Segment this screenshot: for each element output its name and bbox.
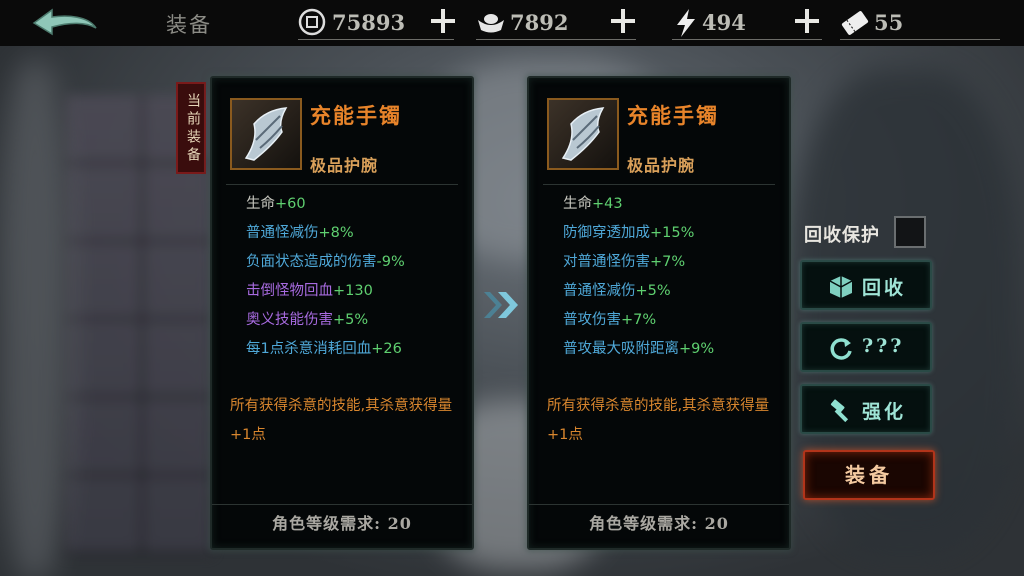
recycle-button[interactable]: 回收	[800, 260, 932, 310]
unknown-action-button[interactable]: ???	[800, 322, 932, 372]
stat-row: 生命+43	[563, 196, 623, 212]
add-silver-button[interactable]	[610, 8, 636, 34]
stat-row: 防御穿透加成+15%	[563, 225, 695, 241]
refresh-icon	[828, 336, 854, 362]
cube-icon	[828, 274, 854, 300]
item-name: 充能手镯	[310, 103, 402, 128]
resource-tickets: 55	[840, 6, 1000, 40]
stat-row: 生命+60	[246, 196, 306, 212]
silver-value: 7892	[510, 10, 569, 35]
recycle-protect-label: 回收保护	[804, 225, 880, 246]
enhance-label: 强化	[862, 401, 907, 423]
new-item-panel: 充能手镯 极品护腕 生命+43 防御穿透加成+15% 对普通怪伤害+7% 普通怪…	[527, 76, 791, 550]
lightning-icon	[672, 8, 700, 37]
silver-ingot-icon	[476, 8, 504, 36]
page-title: 装备	[166, 13, 212, 37]
item-type: 极品护腕	[627, 156, 696, 175]
energy-value: 494	[702, 10, 746, 35]
level-requirement: 角色等级需求: 20	[212, 504, 472, 540]
bracelet-icon	[547, 98, 619, 170]
coin-icon	[298, 8, 326, 36]
ticket-value: 55	[874, 10, 904, 35]
add-energy-button[interactable]	[794, 8, 820, 34]
equip-button[interactable]: 装备	[803, 450, 935, 500]
enhance-button[interactable]: 强化	[800, 384, 932, 434]
stat-row: 普通怪减伤+8%	[246, 225, 354, 241]
stat-row: 普攻最大吸附距离+9%	[563, 341, 715, 357]
back-arrow-icon[interactable]	[30, 6, 102, 40]
stat-row: 对普通怪伤害+7%	[563, 254, 686, 270]
recycle-label: 回收	[862, 277, 907, 299]
ticket-icon	[840, 8, 869, 36]
item-type: 极品护腕	[310, 156, 379, 175]
coin-value: 75893	[332, 10, 406, 35]
compare-arrow-icon	[482, 288, 522, 322]
current-equipment-tag: 当前装备	[176, 82, 206, 174]
stat-row: 普通怪减伤+5%	[563, 283, 671, 299]
item-description: 所有获得杀意的技能,其杀意获得量+1点	[230, 398, 453, 443]
add-coins-button[interactable]	[430, 8, 456, 34]
unknown-action-label: ???	[862, 335, 905, 357]
stat-row: 负面状态造成的伤害-9%	[246, 254, 405, 270]
top-bar: 装备 75893 7892 494 55	[0, 0, 1024, 46]
stat-row: 普攻伤害+7%	[563, 312, 657, 328]
level-requirement: 角色等级需求: 20	[529, 504, 789, 540]
stat-list: 生命+43 防御穿透加成+15% 对普通怪伤害+7% 普通怪减伤+5% 普攻伤害…	[563, 190, 783, 364]
stat-row: 击倒怪物回血+130	[246, 283, 373, 299]
stat-list: 生命+60 普通怪减伤+8% 负面状态造成的伤害-9% 击倒怪物回血+130 奥…	[246, 190, 466, 364]
hammer-icon	[828, 398, 854, 424]
recycle-protect-checkbox[interactable]	[894, 216, 926, 248]
bracelet-icon	[230, 98, 302, 170]
stat-row: 每1点杀意消耗回血+26	[246, 341, 402, 357]
item-description: 所有获得杀意的技能,其杀意获得量+1点	[547, 398, 770, 443]
item-name: 充能手镯	[627, 103, 719, 128]
current-item-panel: 充能手镯 极品护腕 生命+60 普通怪减伤+8% 负面状态造成的伤害-9% 击倒…	[210, 76, 474, 550]
stat-row: 奥义技能伤害+5%	[246, 312, 369, 328]
